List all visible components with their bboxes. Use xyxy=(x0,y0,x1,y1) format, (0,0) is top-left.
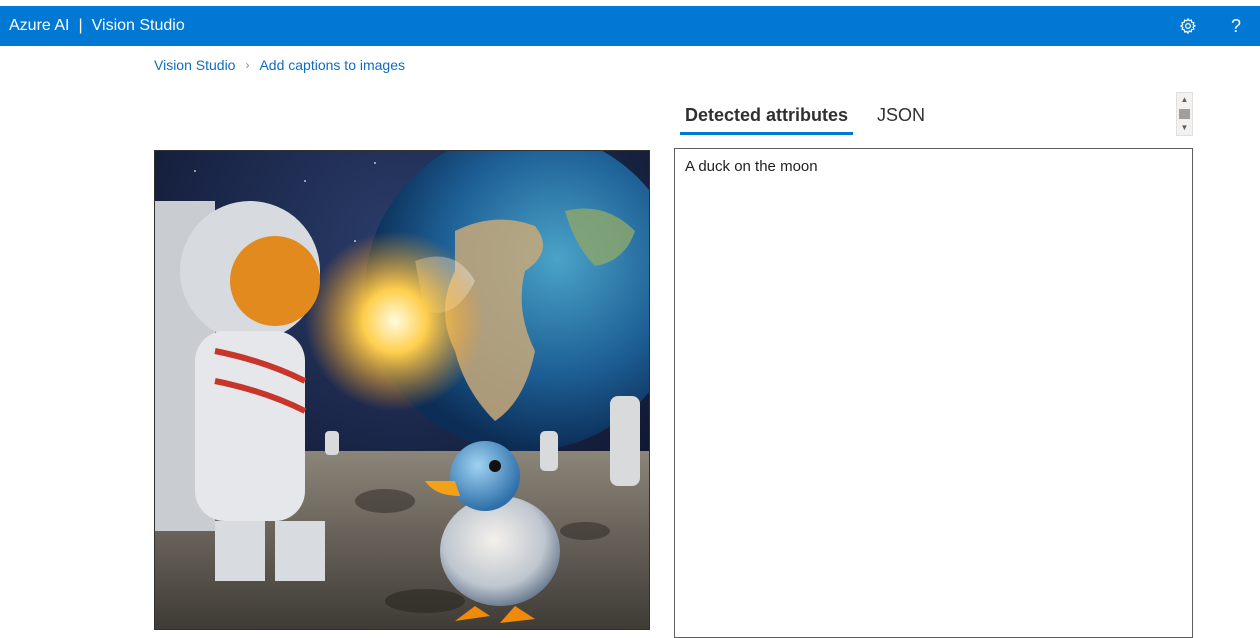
caption-result-panel: A duck on the moon xyxy=(674,148,1193,638)
help-button[interactable]: ? xyxy=(1212,6,1260,46)
breadcrumb-add-captions[interactable]: Add captions to images xyxy=(259,57,405,73)
azure-ai-link[interactable]: Azure AI xyxy=(9,17,69,35)
duck-on-moon-image xyxy=(155,151,649,629)
vision-studio-link[interactable]: Vision Studio xyxy=(92,17,185,35)
tabs-scrollbar[interactable]: ▲ ▼ xyxy=(1176,92,1193,136)
scroll-down-icon[interactable]: ▼ xyxy=(1177,122,1192,134)
breadcrumb: Vision Studio › Add captions to images xyxy=(154,57,405,73)
brand-separator: | xyxy=(78,17,83,34)
preview-image xyxy=(154,150,650,630)
scrollbar-thumb[interactable] xyxy=(1179,109,1190,119)
scroll-up-icon[interactable]: ▲ xyxy=(1177,94,1192,106)
settings-button[interactable] xyxy=(1164,6,1212,46)
help-icon: ? xyxy=(1230,15,1241,36)
tab-json[interactable]: JSON xyxy=(873,97,929,135)
breadcrumb-vision-studio[interactable]: Vision Studio xyxy=(154,57,235,73)
topbar-actions: ? xyxy=(1164,6,1260,46)
tab-detected-attributes-label: Detected attributes xyxy=(685,105,849,125)
tab-json-label: JSON xyxy=(877,105,926,125)
caption-text: A duck on the moon xyxy=(685,158,818,175)
top-navigation-bar: Azure AI | Vision Studio ? xyxy=(0,6,1260,46)
app-brand: Azure AI | Vision Studio xyxy=(9,6,185,46)
chevron-right-icon: › xyxy=(245,58,250,72)
gear-icon xyxy=(1179,17,1197,35)
result-tabs: Detected attributes JSON xyxy=(680,97,949,135)
tab-detected-attributes[interactable]: Detected attributes xyxy=(680,97,854,135)
astronaut-figure xyxy=(155,201,325,581)
